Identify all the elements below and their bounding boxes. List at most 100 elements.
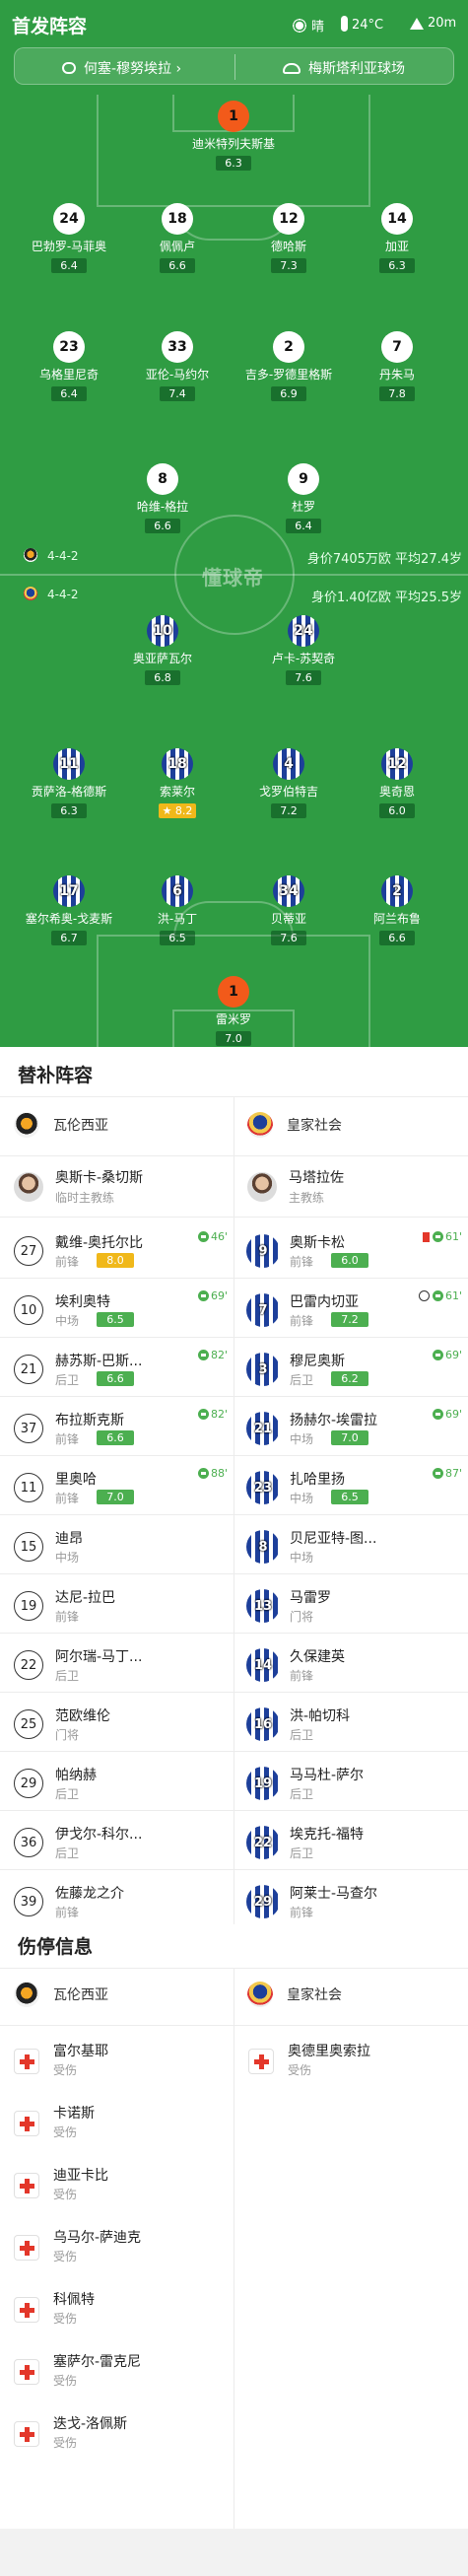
bench-player-rating: 6.6 — [97, 1430, 134, 1445]
home-player[interactable]: 12 德哈斯 7.3 — [241, 203, 336, 273]
medical-kit-icon — [14, 2173, 39, 2198]
injury-status: 受伤 — [53, 2063, 78, 2077]
bench-player-row[interactable]: 37 布拉斯克斯 前锋 6.6 82' — [0, 1398, 234, 1459]
bench-player-rating: 8.0 — [97, 1253, 134, 1268]
bench-home-team-name: 瓦伦西亚 — [53, 1118, 108, 1134]
bench-player-row[interactable]: 7 巴雷内切亚 前锋 7.2 61' — [234, 1280, 468, 1341]
away-avg-age: 平均25.5岁 — [395, 591, 462, 605]
bench-player-row[interactable]: 36 伊戈尔-科尔... 后卫 — [0, 1812, 234, 1873]
player-rating: 7.4 — [160, 386, 195, 401]
bench-row-divider — [0, 1514, 468, 1515]
bench-team-divider — [0, 1155, 468, 1156]
injury-status: 受伤 — [53, 2250, 78, 2263]
venue: 梅斯塔利亚球场 — [283, 58, 405, 78]
whistle-icon — [62, 62, 76, 74]
bench-player-number: 7 — [246, 1293, 280, 1327]
away-player[interactable]: 10 奥亚萨瓦尔 6.8 — [115, 615, 210, 685]
away-player[interactable]: 17 塞尔希奥-戈麦斯 6.7 — [22, 875, 116, 945]
player-rating: 6.3 — [216, 156, 251, 171]
away-player[interactable]: 6 洪-马丁 6.5 — [130, 875, 225, 945]
home-player[interactable]: 8 哈维-格拉 6.6 — [115, 463, 210, 533]
injured-player-row[interactable]: 富尔基耶 受伤 — [0, 2029, 234, 2090]
bench-player-row[interactable]: 21 赫苏斯-巴斯... 后卫 6.6 82' — [0, 1339, 234, 1400]
bench-player-row[interactable]: 19 马马杜-萨尔 后卫 — [234, 1753, 468, 1814]
away-player[interactable]: 34 贝蒂亚 7.6 — [241, 875, 336, 945]
bench-player-row[interactable]: 29 帕纳赫 后卫 — [0, 1753, 234, 1814]
home-player[interactable]: 7 丹朱马 7.8 — [350, 331, 444, 401]
bench-player-name: 戴维-奥托尔比 — [55, 1235, 144, 1251]
bench-player-number: 23 — [246, 1471, 280, 1504]
bench-player-row[interactable]: 3 穆尼奥斯 后卫 6.2 69' — [234, 1339, 468, 1400]
player-rating: 7.6 — [286, 670, 321, 685]
bench-player-row[interactable]: 15 迪昂 中场 — [0, 1516, 234, 1577]
bench-player-row[interactable]: 23 扎哈里扬 中场 6.5 87' — [234, 1457, 468, 1518]
injured-player-row[interactable]: 乌马尔-萨迪克 受伤 — [0, 2215, 234, 2276]
bench-player-number: 14 — [246, 1648, 280, 1682]
bench-row-divider — [0, 1573, 468, 1574]
player-kit-number: 18 — [162, 748, 193, 780]
home-player[interactable]: 9 杜罗 6.4 — [256, 463, 351, 533]
bench-player-name: 奥斯卡松 — [290, 1235, 345, 1251]
bench-player-row[interactable]: 22 埃克托-福特 后卫 — [234, 1812, 468, 1873]
home-player[interactable]: 2 吉多-罗德里格斯 6.9 — [241, 331, 336, 401]
temperature-text: 24°C — [352, 18, 384, 33]
player-name: 佩佩卢 — [159, 240, 195, 253]
home-coach[interactable]: 奥斯卡-桑切斯 临时主教练 — [14, 1167, 143, 1206]
away-player[interactable]: 24 卢卡-苏契奇 7.6 — [256, 615, 351, 685]
sub-on-icon — [432, 1231, 443, 1242]
bench-player-row[interactable]: 19 达尼-拉巴 前锋 — [0, 1575, 234, 1636]
player-rating: 6.6 — [145, 519, 180, 533]
bench-player-row[interactable]: 21 扬赫尔-埃雷拉 中场 7.0 69' — [234, 1398, 468, 1459]
player-rating-value: 6.9 — [280, 387, 298, 400]
bench-player-row[interactable]: 10 埃利奥特 中场 6.5 69' — [0, 1280, 234, 1341]
bench-player-row[interactable]: 13 马雷罗 门将 — [234, 1575, 468, 1636]
player-rating-value: 7.8 — [388, 387, 406, 400]
bench-player-row[interactable]: 14 久保建英 前锋 — [234, 1635, 468, 1696]
away-coach[interactable]: 马塔拉佐 主教练 — [247, 1167, 344, 1206]
bench-player-row[interactable]: 22 阿尔瑞-马丁... 后卫 — [0, 1635, 234, 1696]
bench-player-rating: 6.5 — [97, 1312, 134, 1327]
home-player[interactable]: 1 迪米特列夫斯基 6.3 — [186, 101, 281, 171]
player-rating-value: 8.2 — [174, 804, 193, 817]
home-player[interactable]: 33 亚伦-马约尔 7.4 — [130, 331, 225, 401]
home-player[interactable]: 14 加亚 6.3 — [350, 203, 444, 273]
home-player[interactable]: 18 佩佩卢 6.6 — [130, 203, 225, 273]
away-player[interactable]: 1 雷米罗 7.0 — [186, 976, 281, 1046]
sub-on-icon — [432, 1290, 443, 1301]
referee-link[interactable]: 何塞-穆努埃拉 › — [62, 58, 181, 78]
player-name: 戈罗伯特吉 — [258, 785, 318, 799]
bench-player-row[interactable]: 9 奥斯卡松 前锋 6.0 61' — [234, 1220, 468, 1282]
injured-player-row[interactable]: 奥德里奥索拉 受伤 — [234, 2029, 468, 2090]
sub-on-minute-text: 61' — [444, 1289, 462, 1302]
player-kit-number: 7 — [381, 331, 413, 363]
bench-row-divider — [0, 1396, 468, 1397]
bench-player-row[interactable]: 29 阿莱士-马查尔 前锋 — [234, 1871, 468, 1932]
away-player[interactable]: 11 贡萨洛-格德斯 6.3 — [22, 748, 116, 818]
injured-player-row[interactable]: 塞萨尔-雷克尼 受伤 — [0, 2339, 234, 2401]
sub-on-minute-text: 61' — [444, 1230, 462, 1243]
bench-player-row[interactable]: 11 里奥哈 前锋 7.0 88' — [0, 1457, 234, 1518]
medical-kit-icon — [14, 2421, 39, 2447]
away-player[interactable]: 2 阿兰布鲁 6.6 — [350, 875, 444, 945]
bench-player-row[interactable]: 16 洪-帕切科 后卫 — [234, 1694, 468, 1755]
away-player[interactable]: 18 索莱尔 ★ 8.2 — [130, 748, 225, 818]
bench-player-row[interactable]: 27 戴维-奥托尔比 前锋 8.0 46' — [0, 1220, 234, 1282]
injured-player-row[interactable]: 迭戈-洛佩斯 受伤 — [0, 2402, 234, 2463]
bench-away-team: 皇家社会 — [247, 1112, 342, 1138]
mountain-icon — [410, 18, 424, 30]
bench-player-row[interactable]: 25 范欧维伦 门将 — [0, 1694, 234, 1755]
bench-player-name: 洪-帕切科 — [290, 1708, 351, 1724]
home-player[interactable]: 23 乌格里尼奇 6.4 — [22, 331, 116, 401]
player-rating: 7.8 — [379, 386, 415, 401]
bench-player-row[interactable]: 8 贝尼亚特-图... 中场 — [234, 1516, 468, 1577]
injured-player-row[interactable]: 科佩特 受伤 — [0, 2277, 234, 2338]
player-rating: 6.3 — [379, 258, 415, 273]
injured-player-row[interactable]: 卡诺斯 受伤 — [0, 2091, 234, 2152]
injured-player-row[interactable]: 迪亚卡比 受伤 — [0, 2153, 234, 2214]
bench-player-row[interactable]: 39 佐藤龙之介 前锋 — [0, 1871, 234, 1932]
home-player[interactable]: 24 巴勃罗-马菲奥 6.4 — [22, 203, 116, 273]
injured-player-name: 富尔基耶 — [53, 2044, 108, 2059]
away-player[interactable]: 12 奥奇恩 6.0 — [350, 748, 444, 818]
away-player[interactable]: 4 戈罗伯特吉 7.2 — [241, 748, 336, 818]
real-sociedad-crest-icon — [247, 1982, 273, 2007]
